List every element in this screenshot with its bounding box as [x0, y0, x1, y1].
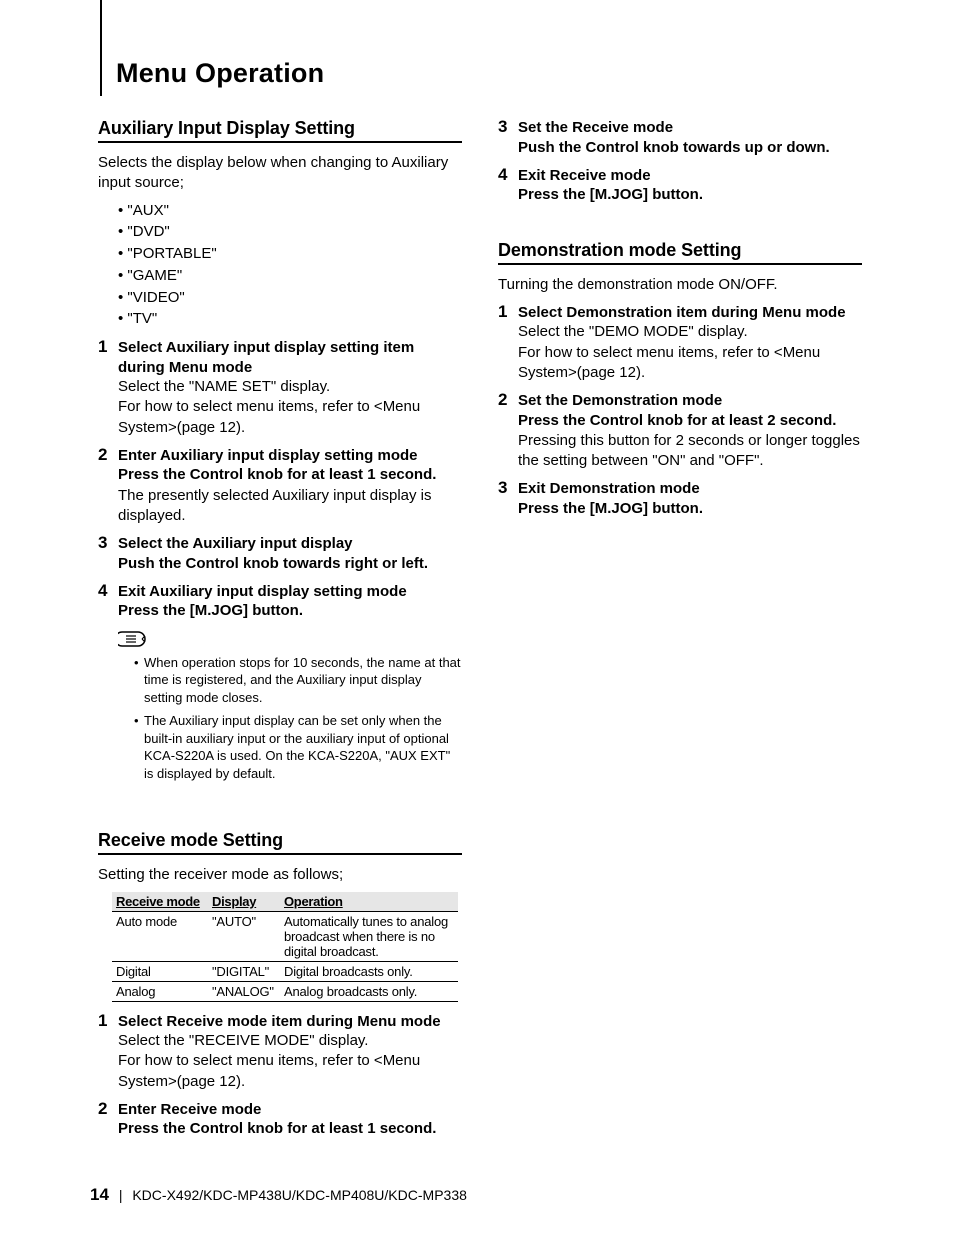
- step-desc: Pressing this button for 2 seconds or lo…: [518, 431, 862, 472]
- step-title: Select Demonstration item during Menu mo…: [518, 303, 862, 323]
- aux-option: "VIDEO": [118, 287, 462, 309]
- note-item: The Auxiliary input display can be set o…: [134, 712, 462, 782]
- step-number: 2: [498, 391, 512, 471]
- aux-option: "GAME": [118, 265, 462, 287]
- demo-intro: Turning the demonstration mode ON/OFF.: [498, 275, 862, 295]
- demo-step-1: 1 Select Demonstration item during Menu …: [498, 303, 862, 383]
- receive-step-1: 1 Select Receive mode item during Menu m…: [98, 1012, 462, 1092]
- footer-separator: |: [113, 1187, 129, 1203]
- step-action: Press the Control knob for at least 2 se…: [518, 411, 862, 431]
- step-title: Set the Demonstration mode: [518, 391, 862, 411]
- aux-step-2: 2 Enter Auxiliary input display setting …: [98, 446, 462, 526]
- receive-step-2: 2 Enter Receive mode Press the Control k…: [98, 1100, 462, 1140]
- step-action: Press the [M.JOG] button.: [118, 601, 462, 621]
- table-cell: "DIGITAL": [208, 961, 280, 981]
- step-title: Select Receive mode item during Menu mod…: [118, 1012, 462, 1032]
- page-content: Auxiliary Input Display Setting Selects …: [98, 40, 868, 1140]
- aux-options: "AUX" "DVD" "PORTABLE" "GAME" "VIDEO" "T…: [98, 200, 462, 331]
- step-action: Press the [M.JOG] button.: [518, 185, 862, 205]
- aux-notes: When operation stops for 10 seconds, the…: [118, 654, 462, 783]
- table-cell: "ANALOG": [208, 981, 280, 1001]
- step-title: Set the Receive mode: [518, 118, 862, 138]
- step-title: Exit Receive mode: [518, 166, 862, 186]
- page-footer: 14 | KDC-X492/KDC-MP438U/KDC-MP408U/KDC-…: [90, 1185, 467, 1205]
- step-action: Press the [M.JOG] button.: [518, 499, 862, 519]
- table-cell: Automatically tunes to analog broadcast …: [280, 911, 458, 961]
- table-header: Operation: [280, 892, 458, 912]
- aux-intro: Selects the display below when changing …: [98, 153, 462, 194]
- step-action: Press the Control knob for at least 1 se…: [118, 1119, 462, 1139]
- receive-intro: Setting the receiver mode as follows;: [98, 865, 462, 885]
- receive-step-4: 4 Exit Receive mode Press the [M.JOG] bu…: [498, 166, 862, 206]
- step-title: Enter Receive mode: [118, 1100, 462, 1120]
- step-action: Press the Control knob for at least 1 se…: [118, 465, 462, 485]
- step-title: Select the Auxiliary input display: [118, 534, 462, 554]
- step-desc: Select the "RECEIVE MODE" display.: [118, 1031, 462, 1051]
- step-number: 3: [498, 479, 512, 519]
- step-desc: Select the "NAME SET" display.: [118, 377, 462, 397]
- step-number: 3: [98, 534, 112, 574]
- step-number: 1: [98, 1012, 112, 1092]
- table-cell: Analog: [112, 981, 208, 1001]
- step-action: Push the Control knob towards up or down…: [518, 138, 862, 158]
- receive-mode-table: Receive mode Display Operation Auto mode…: [112, 892, 458, 1002]
- step-desc: For how to select menu items, refer to <…: [118, 1051, 462, 1092]
- left-column: Auxiliary Input Display Setting Selects …: [98, 118, 462, 1140]
- step-number: 2: [98, 446, 112, 526]
- table-header: Receive mode: [112, 892, 208, 912]
- table-cell: "AUTO": [208, 911, 280, 961]
- aux-option: "TV": [118, 308, 462, 330]
- aux-step-3: 3 Select the Auxiliary input display Pus…: [98, 534, 462, 574]
- section-title-receive: Receive mode Setting: [98, 830, 462, 855]
- table-cell: Digital: [112, 961, 208, 981]
- table-row: Digital "DIGITAL" Digital broadcasts onl…: [112, 961, 458, 981]
- table-row: Analog "ANALOG" Analog broadcasts only.: [112, 981, 458, 1001]
- step-number: 3: [498, 118, 512, 158]
- section-title-aux: Auxiliary Input Display Setting: [98, 118, 462, 143]
- step-desc: Select the "DEMO MODE" display.: [518, 322, 862, 342]
- table-cell: Digital broadcasts only.: [280, 961, 458, 981]
- aux-option: "DVD": [118, 221, 462, 243]
- aux-option: "AUX": [118, 200, 462, 222]
- note-item: When operation stops for 10 seconds, the…: [134, 654, 462, 707]
- step-desc: The presently selected Auxiliary input d…: [118, 486, 462, 527]
- step-action: Push the Control knob towards right or l…: [118, 554, 462, 574]
- aux-option: "PORTABLE": [118, 243, 462, 265]
- step-title: Enter Auxiliary input display setting mo…: [118, 446, 462, 466]
- page-number: 14: [90, 1185, 109, 1204]
- table-cell: Analog broadcasts only.: [280, 981, 458, 1001]
- receive-step-3: 3 Set the Receive mode Push the Control …: [498, 118, 862, 158]
- step-desc: For how to select menu items, refer to <…: [118, 397, 462, 438]
- demo-step-2: 2 Set the Demonstration mode Press the C…: [498, 391, 862, 471]
- step-number: 1: [498, 303, 512, 383]
- demo-step-3: 3 Exit Demonstration mode Press the [M.J…: [498, 479, 862, 519]
- note-icon: [118, 628, 462, 650]
- step-title: Exit Auxiliary input display setting mod…: [118, 582, 462, 602]
- aux-step-4: 4 Exit Auxiliary input display setting m…: [98, 582, 462, 789]
- footer-models: KDC-X492/KDC-MP438U/KDC-MP408U/KDC-MP338: [132, 1187, 467, 1203]
- step-number: 4: [498, 166, 512, 206]
- table-header: Display: [208, 892, 280, 912]
- right-column: 3 Set the Receive mode Push the Control …: [498, 118, 862, 1140]
- table-row: Auto mode "AUTO" Automatically tunes to …: [112, 911, 458, 961]
- step-number: 2: [98, 1100, 112, 1140]
- step-title: Select Auxiliary input display setting i…: [118, 338, 462, 377]
- section-title-demo: Demonstration mode Setting: [498, 240, 862, 265]
- table-cell: Auto mode: [112, 911, 208, 961]
- step-title: Exit Demonstration mode: [518, 479, 862, 499]
- step-number: 1: [98, 338, 112, 438]
- step-desc: For how to select menu items, refer to <…: [518, 343, 862, 384]
- step-number: 4: [98, 582, 112, 789]
- aux-step-1: 1 Select Auxiliary input display setting…: [98, 338, 462, 438]
